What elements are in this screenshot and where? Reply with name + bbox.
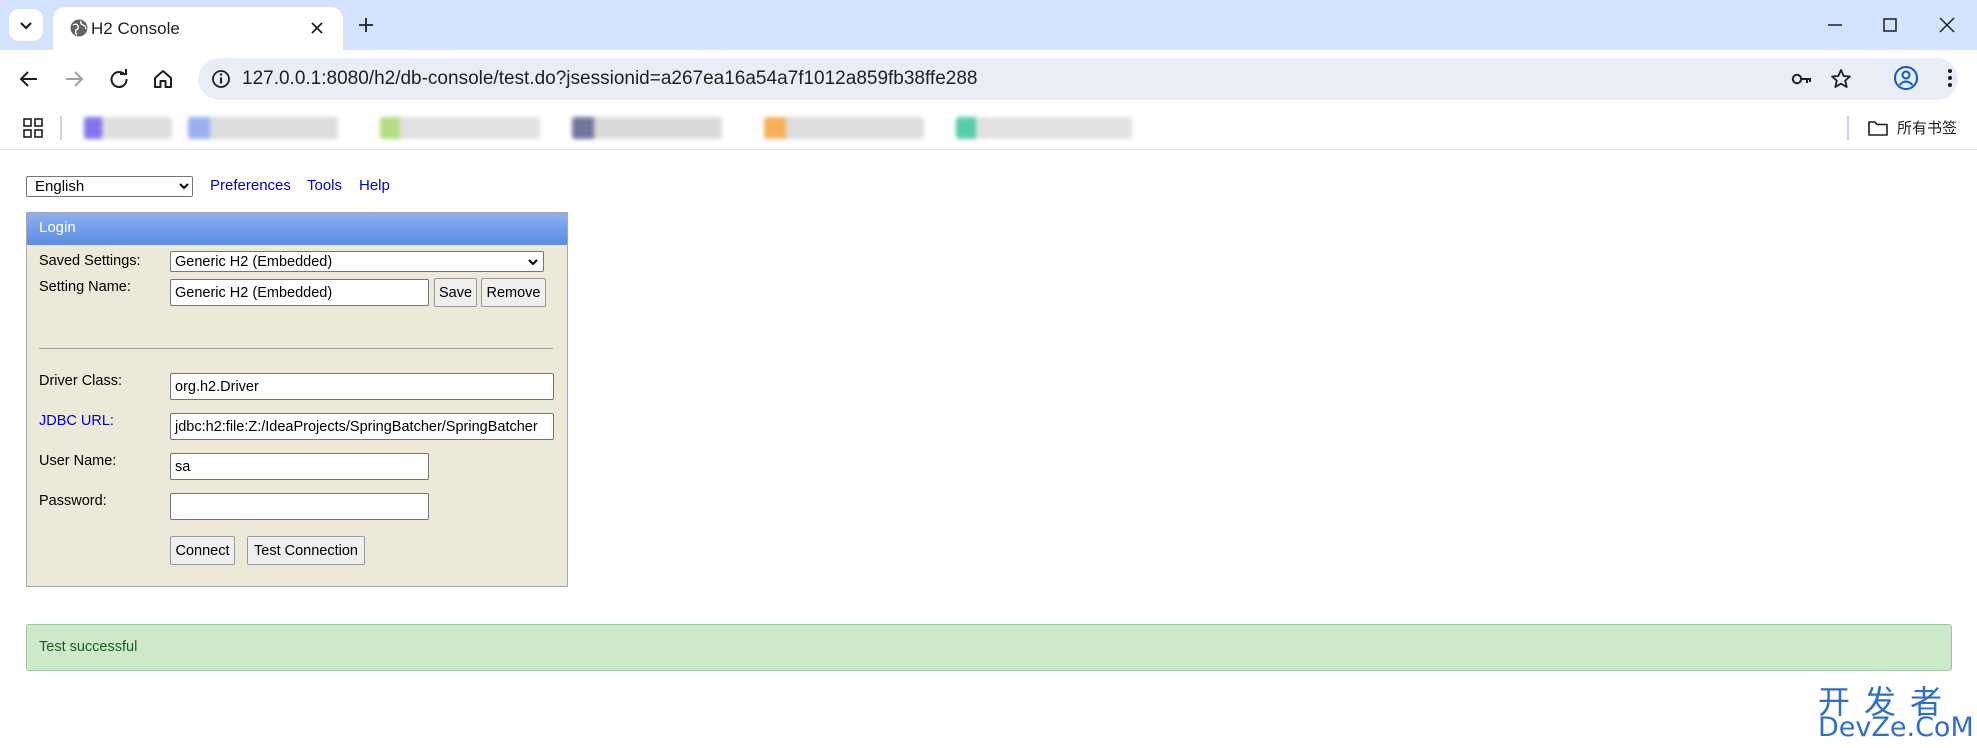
globe-icon xyxy=(70,19,88,37)
apps-grid-icon[interactable] xyxy=(22,117,44,139)
setting-name-value: Generic H2 (Embedded) xyxy=(175,284,333,301)
bookmark-item-blurred-4[interactable] xyxy=(572,117,722,139)
password-key-icon[interactable] xyxy=(1790,67,1814,91)
password-input[interactable] xyxy=(170,493,429,520)
bookmark-item-blurred-2[interactable] xyxy=(188,117,338,139)
jdbc-url-value: jdbc:h2:file:Z:/IdeaProjects/SpringBatch… xyxy=(175,418,538,435)
bookmark-item-blurred-5[interactable] xyxy=(764,117,924,139)
setting-name-label: Setting Name: xyxy=(39,279,131,295)
preferences-link[interactable]: Preferences xyxy=(210,177,291,194)
profile-icon[interactable] xyxy=(1893,65,1919,91)
jdbc-url-label[interactable]: JDBC URL: xyxy=(39,413,114,429)
close-tab-icon[interactable] xyxy=(306,17,328,39)
bookmark-separator-right xyxy=(1847,116,1849,140)
language-select[interactable]: English xyxy=(26,176,193,197)
address-bar[interactable]: 127.0.0.1:8080/h2/db-console/test.do?jse… xyxy=(198,58,1958,100)
browser-toolbar: 127.0.0.1:8080/h2/db-console/test.do?jse… xyxy=(0,50,1977,108)
watermark-english: DevZe.CoM xyxy=(1818,712,1974,743)
test-connection-button[interactable]: Test Connection xyxy=(247,536,365,565)
h2-console-page: English Preferences Tools Help Login Sav… xyxy=(0,150,1977,748)
password-label: Password: xyxy=(39,493,107,509)
maximize-icon[interactable] xyxy=(1878,13,1902,37)
bookmark-separator xyxy=(60,116,62,140)
bookmark-item-blurred-1[interactable] xyxy=(84,117,172,139)
tab-search-button[interactable] xyxy=(9,9,43,41)
save-button[interactable]: Save xyxy=(434,278,477,307)
user-name-input[interactable]: sa xyxy=(170,453,429,480)
new-tab-icon[interactable] xyxy=(354,13,378,37)
more-menu-icon[interactable] xyxy=(1940,65,1960,91)
tools-link[interactable]: Tools xyxy=(307,177,342,194)
tab-strip: H2 Console xyxy=(0,0,1977,50)
login-panel: Login Saved Settings: Generic H2 (Embedd… xyxy=(26,212,568,587)
driver-class-value: org.h2.Driver xyxy=(175,378,259,395)
login-header: Login xyxy=(27,213,567,245)
forward-icon[interactable] xyxy=(61,66,87,92)
chevron-down-icon xyxy=(20,22,32,30)
status-message: Test successful xyxy=(39,639,138,655)
saved-settings-value: Generic H2 (Embedded) xyxy=(175,253,333,270)
driver-class-input[interactable]: org.h2.Driver xyxy=(170,373,554,400)
dropdown-arrow-icon xyxy=(528,258,538,265)
folder-icon[interactable] xyxy=(1867,117,1889,139)
user-name-label: User Name: xyxy=(39,453,117,469)
help-link[interactable]: Help xyxy=(359,177,390,194)
minimize-icon[interactable] xyxy=(1823,13,1847,37)
saved-settings-select[interactable]: Generic H2 (Embedded) xyxy=(170,251,544,272)
url-text[interactable]: 127.0.0.1:8080/h2/db-console/test.do?jse… xyxy=(242,68,977,90)
reload-icon[interactable] xyxy=(106,66,132,92)
connect-button[interactable]: Connect xyxy=(170,536,235,565)
user-name-value: sa xyxy=(175,458,191,475)
setting-name-input[interactable]: Generic H2 (Embedded) xyxy=(170,279,429,306)
back-icon[interactable] xyxy=(16,66,42,92)
bookmark-star-icon[interactable] xyxy=(1829,67,1853,91)
jdbc-url-input[interactable]: jdbc:h2:file:Z:/IdeaProjects/SpringBatch… xyxy=(170,413,554,440)
driver-class-label: Driver Class: xyxy=(39,373,122,389)
bookmark-item-blurred-3[interactable] xyxy=(380,117,540,139)
active-tab[interactable]: H2 Console xyxy=(53,7,343,50)
home-icon[interactable] xyxy=(150,66,176,92)
saved-settings-label: Saved Settings: xyxy=(39,253,141,269)
site-info-icon[interactable] xyxy=(206,64,236,94)
remove-button[interactable]: Remove xyxy=(481,278,546,307)
all-bookmarks-label[interactable]: 所有书签 xyxy=(1897,117,1957,138)
close-window-icon[interactable] xyxy=(1935,13,1959,37)
tab-title: H2 Console xyxy=(91,19,180,38)
bookmark-item-blurred-6[interactable] xyxy=(956,117,1132,139)
divider xyxy=(39,348,553,349)
bookmarks-bar: 所有书签 xyxy=(0,108,1977,150)
status-message-box: Test successful xyxy=(26,624,1952,671)
